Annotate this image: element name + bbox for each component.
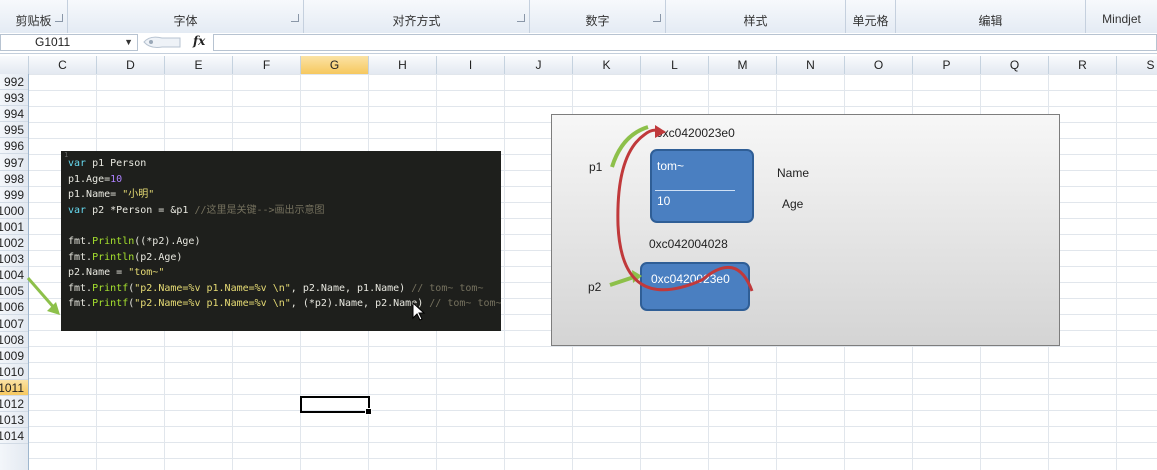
- ribbon-group-number: 数字: [530, 0, 666, 33]
- row-header-bar: 9929939949959969979989991000100110021003…: [0, 74, 29, 470]
- ribbon-group-label: 单元格: [852, 14, 889, 28]
- code-line: fmt.Println((*p2).Age): [68, 236, 201, 247]
- pointer-memory-diagram: 0xc0420023e0 p1 tom~ 10 Name Age 0xc0420…: [551, 114, 1060, 346]
- insert-function-icon[interactable]: fx: [193, 34, 205, 48]
- row-header[interactable]: 992: [0, 74, 28, 90]
- formula-bar: G1011 ▼ fx: [0, 33, 1157, 54]
- column-header-q[interactable]: Q: [981, 56, 1049, 74]
- row-header[interactable]: 1011: [0, 379, 28, 396]
- ribbon-group-editing: 编辑: [896, 0, 1086, 33]
- row-header[interactable]: 996: [0, 138, 28, 155]
- ribbon-group-cells: 单元格: [846, 0, 896, 33]
- ribbon-group-mindjet: Mindjet: [1086, 0, 1157, 33]
- column-header-n[interactable]: N: [777, 56, 845, 74]
- ribbon-group-labels: 剪贴板 字体 对齐方式 数字 样式 单元格 编辑 Mindjet: [0, 0, 1157, 34]
- column-header-h[interactable]: H: [369, 56, 437, 74]
- dialog-launcher-icon[interactable]: [291, 14, 299, 22]
- row-header[interactable]: 1004: [0, 267, 28, 284]
- chevron-down-icon[interactable]: ▼: [124, 35, 133, 50]
- dialog-launcher-icon[interactable]: [55, 14, 63, 22]
- row-header[interactable]: 1001: [0, 219, 28, 235]
- code-line: var p2 *Person = &p1 //这里是关键-->画出示意图: [68, 204, 325, 216]
- row-header[interactable]: 1012: [0, 396, 28, 412]
- row-header[interactable]: 1013: [0, 412, 28, 429]
- grid-column-line: [504, 74, 505, 470]
- row-header[interactable]: 1007: [0, 316, 28, 332]
- code-line: p1.Age=10: [68, 173, 123, 185]
- ribbon-group-label: 数字: [585, 14, 610, 28]
- row-header[interactable]: 997: [0, 155, 28, 171]
- formula-input[interactable]: [213, 34, 1157, 51]
- column-header-r[interactable]: R: [1049, 56, 1117, 74]
- diagram-arrows: [609, 125, 754, 292]
- ribbon-group-clipboard: 剪贴板: [0, 0, 68, 33]
- column-header-g[interactable]: G: [301, 56, 369, 74]
- ribbon-group-font: 字体: [68, 0, 304, 33]
- code-line: var p1 Person: [68, 158, 147, 169]
- row-header[interactable]: 1006: [0, 299, 28, 316]
- code-line: fmt.Println(p2.Age): [68, 251, 183, 263]
- column-header-p[interactable]: P: [913, 56, 981, 74]
- ribbon-group-label: 样式: [743, 14, 768, 28]
- row-header[interactable]: 1002: [0, 235, 28, 251]
- dialog-launcher-icon[interactable]: [517, 14, 525, 22]
- grid-column-line: [1116, 74, 1117, 470]
- column-header-d[interactable]: D: [97, 56, 165, 74]
- formula-bar-resize-handle[interactable]: [142, 35, 182, 50]
- name-box-value: G1011: [35, 35, 71, 49]
- column-header-c[interactable]: C: [29, 56, 97, 74]
- column-header-f[interactable]: F: [233, 56, 301, 74]
- ribbon-group-label: 字体: [173, 14, 198, 28]
- column-header-bar: CDEFGHIJKLMNOPQRS: [0, 56, 1157, 75]
- p1-green-arrow: [610, 125, 649, 168]
- code-line: p1.Name= "小明": [68, 189, 155, 201]
- active-cell[interactable]: [300, 396, 372, 415]
- ribbon-group-label: Mindjet: [1102, 12, 1141, 26]
- row-header[interactable]: 993: [0, 90, 28, 107]
- code-snippet-image: 1 var p1 Person p1.Age=10 p1.Name= "小明" var…: [61, 151, 501, 331]
- row-header[interactable]: 998: [0, 171, 28, 187]
- name-box[interactable]: G1011 ▼: [0, 34, 138, 51]
- column-header-e[interactable]: E: [165, 56, 233, 74]
- row-header[interactable]: 1005: [0, 283, 28, 300]
- row-header[interactable]: 1014: [0, 428, 28, 445]
- ribbon-group-alignment: 对齐方式: [304, 0, 530, 33]
- column-header-l[interactable]: L: [641, 56, 709, 74]
- column-header-j[interactable]: J: [505, 56, 573, 74]
- ribbon-group-label: 编辑: [978, 14, 1003, 28]
- row-header[interactable]: 1010: [0, 364, 28, 380]
- row-header[interactable]: 1000: [0, 203, 28, 219]
- column-header-o[interactable]: O: [845, 56, 913, 74]
- dialog-launcher-icon[interactable]: [653, 14, 661, 22]
- column-header-s[interactable]: S: [1117, 56, 1157, 74]
- ribbon-group-label: 对齐方式: [392, 14, 441, 28]
- code-line: fmt.Printf("p2.Name=%v p1.Name=%v \n", (…: [68, 298, 501, 310]
- column-header-i[interactable]: I: [437, 56, 505, 74]
- ribbon-group-styles: 样式: [666, 0, 846, 33]
- select-all-corner[interactable]: [0, 56, 29, 74]
- row-header[interactable]: 1003: [0, 251, 28, 268]
- column-header-k[interactable]: K: [573, 56, 641, 74]
- fill-handle[interactable]: [365, 408, 372, 415]
- row-header[interactable]: 1009: [0, 348, 28, 364]
- p2-green-arrow: [609, 275, 635, 287]
- row-header[interactable]: 1008: [0, 332, 28, 348]
- red-arrowhead: [655, 125, 666, 138]
- code-line: p2.Name = "tom~": [68, 267, 165, 279]
- row-header[interactable]: 995: [0, 122, 28, 139]
- code-line: fmt.Printf("p2.Name=%v p1.Name=%v \n", p…: [68, 282, 484, 294]
- red-pointer-arrow: [616, 128, 754, 292]
- row-header[interactable]: 999: [0, 187, 28, 203]
- column-header-m[interactable]: M: [709, 56, 777, 74]
- row-header[interactable]: 994: [0, 106, 28, 123]
